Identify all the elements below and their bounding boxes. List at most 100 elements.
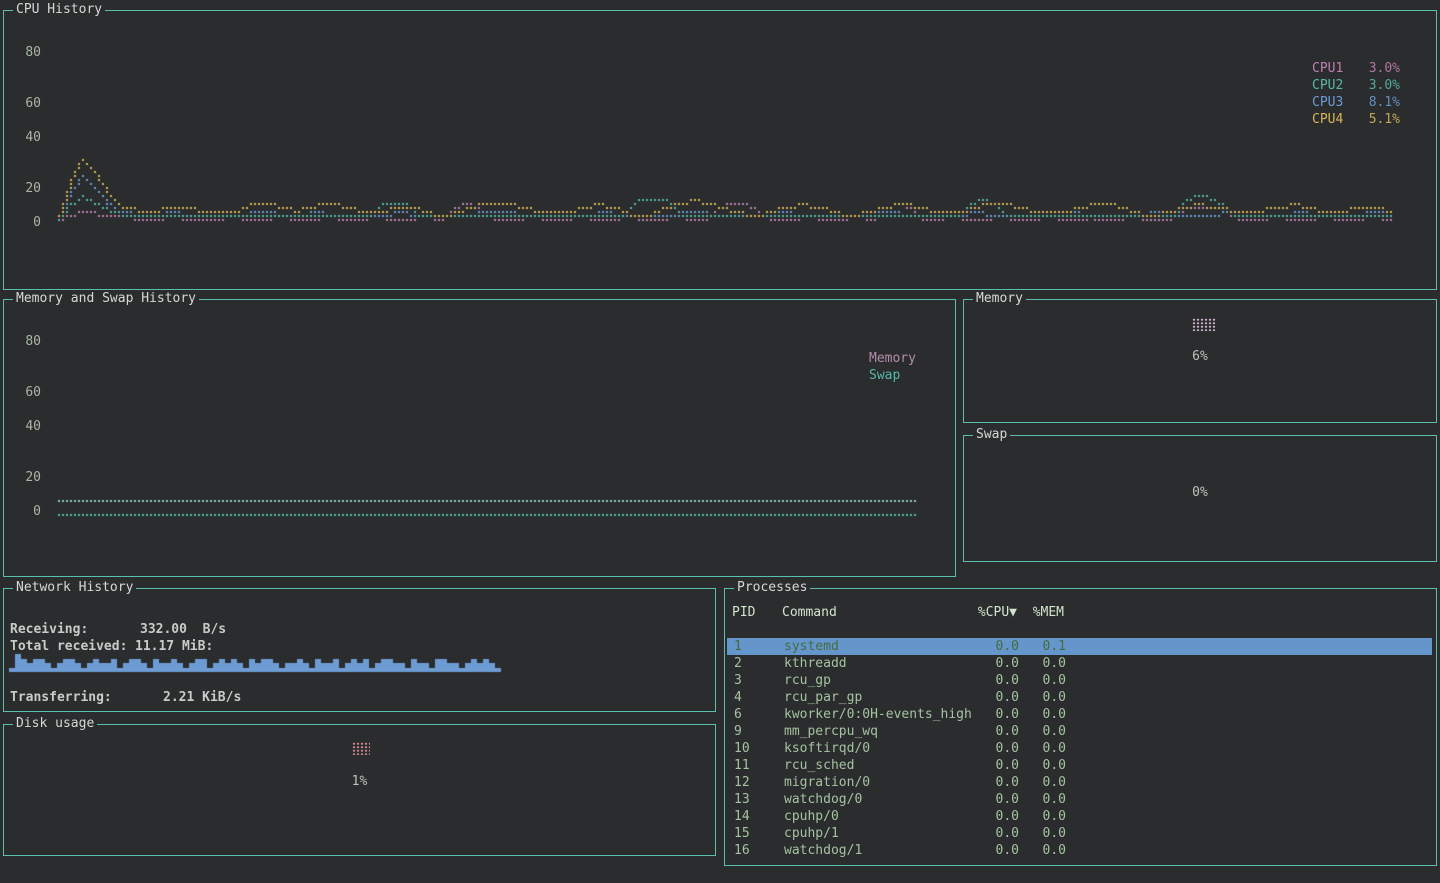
processes-title: Processes xyxy=(734,580,810,596)
cpu-history-chart xyxy=(4,11,1436,289)
process-command: migration/0 xyxy=(784,774,984,791)
cpu-legend-item: CPU1 3.0% xyxy=(1312,60,1400,77)
process-cpu-percent: 0.0 xyxy=(957,638,1019,655)
process-command: kworker/0:0H-events_high xyxy=(784,706,984,723)
column-header-mem[interactable]: %MEM xyxy=(1025,604,1064,621)
process-pid: 3 xyxy=(734,672,778,689)
cpu-legend-name: CPU4 xyxy=(1312,111,1343,128)
process-row-selected[interactable]: 1 systemd0.0 0.1 xyxy=(727,638,1432,655)
process-cpu-percent: 0.0 xyxy=(957,842,1019,859)
process-mem-percent: 0.0 xyxy=(1027,757,1066,774)
process-cpu-percent: 0.0 xyxy=(957,757,1019,774)
process-mem-percent: 0.0 xyxy=(1027,774,1066,791)
swap-legend-item: Swap xyxy=(869,367,900,384)
process-command: watchdog/0 xyxy=(784,791,984,808)
process-row[interactable]: 14cpuhp/00.00.0 xyxy=(727,808,1432,825)
process-pid: 15 xyxy=(734,825,778,842)
process-cpu-percent: 0.0 xyxy=(957,808,1019,825)
memory-legend-item: Memory xyxy=(869,350,916,367)
cpu-legend-value: 5.1% xyxy=(1369,111,1400,128)
memory-gauge-percent: 6% xyxy=(964,348,1436,365)
process-command: cpuhp/1 xyxy=(784,825,984,842)
process-cpu-percent: 0.0 xyxy=(957,723,1019,740)
process-pid: 14 xyxy=(734,808,778,825)
disk-usage-title: Disk usage xyxy=(13,716,97,732)
processes-panel: Processes PID Command %CPU▼ %MEM 1system… xyxy=(724,588,1437,866)
process-pid: 6 xyxy=(734,706,778,723)
column-header-cpu[interactable]: %CPU▼ xyxy=(955,604,1017,621)
process-row[interactable]: 11rcu_sched0.00.0 xyxy=(727,757,1432,774)
process-mem-percent: 0.0 xyxy=(1027,740,1066,757)
cpu-legend-name: CPU3 xyxy=(1312,94,1343,111)
process-cpu-percent: 0.0 xyxy=(957,672,1019,689)
process-pid: 2 xyxy=(734,655,778,672)
memory-swap-history-chart xyxy=(4,300,955,576)
process-row[interactable]: 10ksoftirqd/00.00.0 xyxy=(727,740,1432,757)
process-command: kthreadd xyxy=(784,655,984,672)
process-mem-percent: 0.0 xyxy=(1027,842,1066,859)
process-mem-percent: 0.1 xyxy=(1027,638,1066,655)
process-cpu-percent: 0.0 xyxy=(957,689,1019,706)
process-row[interactable]: 3rcu_gp0.00.0 xyxy=(727,672,1432,689)
process-row[interactable]: 9mm_percpu_wq0.00.0 xyxy=(727,723,1432,740)
process-pid: 10 xyxy=(734,740,778,757)
process-command: cpuhp/0 xyxy=(784,808,984,825)
cpu-history-panel: CPU History 806040200 CPU13.0%CPU23.0%CP… xyxy=(3,10,1437,290)
process-row[interactable]: 15cpuhp/10.00.0 xyxy=(727,825,1432,842)
process-pid: 11 xyxy=(734,757,778,774)
process-mem-percent: 0.0 xyxy=(1027,672,1066,689)
process-cpu-percent: 0.0 xyxy=(957,774,1019,791)
process-table-header: PID Command %CPU▼ %MEM xyxy=(725,604,1436,621)
process-mem-percent: 0.0 xyxy=(1027,706,1066,723)
disk-gauge-dots-icon xyxy=(352,742,370,755)
memory-gauge-panel: Memory 6% xyxy=(963,299,1437,423)
process-row[interactable]: 6kworker/0:0H-events_high0.00.0 xyxy=(727,706,1432,723)
system-monitor-screen: { "colors": { "background": "#2a2c2d", "… xyxy=(0,0,1440,883)
process-command: watchdog/1 xyxy=(784,842,984,859)
cpu-legend-value: 3.0% xyxy=(1369,77,1400,94)
network-history-panel: Network History Receiving: 332.00 B/s To… xyxy=(3,588,716,712)
process-mem-percent: 0.0 xyxy=(1027,655,1066,672)
process-pid: 12 xyxy=(734,774,778,791)
process-cpu-percent: 0.0 xyxy=(957,706,1019,723)
process-mem-percent: 0.0 xyxy=(1027,791,1066,808)
process-row[interactable]: 16watchdog/10.00.0 xyxy=(727,842,1432,859)
process-pid: 4 xyxy=(734,689,778,706)
cpu-legend-name: CPU1 xyxy=(1312,60,1343,77)
process-command: rcu_par_gp xyxy=(784,689,984,706)
process-row[interactable]: 13watchdog/00.00.0 xyxy=(727,791,1432,808)
process-cpu-percent: 0.0 xyxy=(957,791,1019,808)
process-command: systemd xyxy=(784,638,984,655)
cpu-legend-value: 3.0% xyxy=(1369,60,1400,77)
cpu-legend-item: CPU4 5.1% xyxy=(1312,111,1400,128)
process-command: ksoftirqd/0 xyxy=(784,740,984,757)
column-header-pid[interactable]: PID xyxy=(732,604,776,621)
process-pid: 16 xyxy=(734,842,778,859)
process-mem-percent: 0.0 xyxy=(1027,808,1066,825)
column-header-command[interactable]: Command xyxy=(782,604,982,621)
process-cpu-percent: 0.0 xyxy=(957,825,1019,842)
disk-gauge-percent: 1% xyxy=(4,773,715,790)
process-row[interactable]: 12migration/00.00.0 xyxy=(727,774,1432,791)
process-row[interactable]: 4rcu_par_gp0.00.0 xyxy=(727,689,1432,706)
swap-gauge-panel: Swap 0% xyxy=(963,435,1437,562)
disk-usage-panel: Disk usage 1% xyxy=(3,724,716,856)
process-pid: 1 xyxy=(734,638,778,655)
cpu-legend-name: CPU2 xyxy=(1312,77,1343,94)
memory-swap-history-panel: Memory and Swap History 806040200 Memory… xyxy=(3,299,956,577)
process-pid: 13 xyxy=(734,791,778,808)
process-pid: 9 xyxy=(734,723,778,740)
process-mem-percent: 0.0 xyxy=(1027,689,1066,706)
swap-gauge-percent: 0% xyxy=(964,484,1436,501)
transferring-label: Transferring: xyxy=(10,689,112,706)
process-cpu-percent: 0.0 xyxy=(957,655,1019,672)
process-row[interactable]: 2kthreadd0.00.0 xyxy=(727,655,1432,672)
memory-gauge-title: Memory xyxy=(973,291,1026,307)
swap-gauge-title: Swap xyxy=(973,427,1010,443)
process-command: rcu_gp xyxy=(784,672,984,689)
cpu-legend-item: CPU2 3.0% xyxy=(1312,77,1400,94)
cpu-legend-value: 8.1% xyxy=(1369,94,1400,111)
memory-gauge-dots-icon xyxy=(1192,318,1215,331)
transferring-value: 2.21 KiB/s xyxy=(163,689,241,706)
process-command: mm_percpu_wq xyxy=(784,723,984,740)
